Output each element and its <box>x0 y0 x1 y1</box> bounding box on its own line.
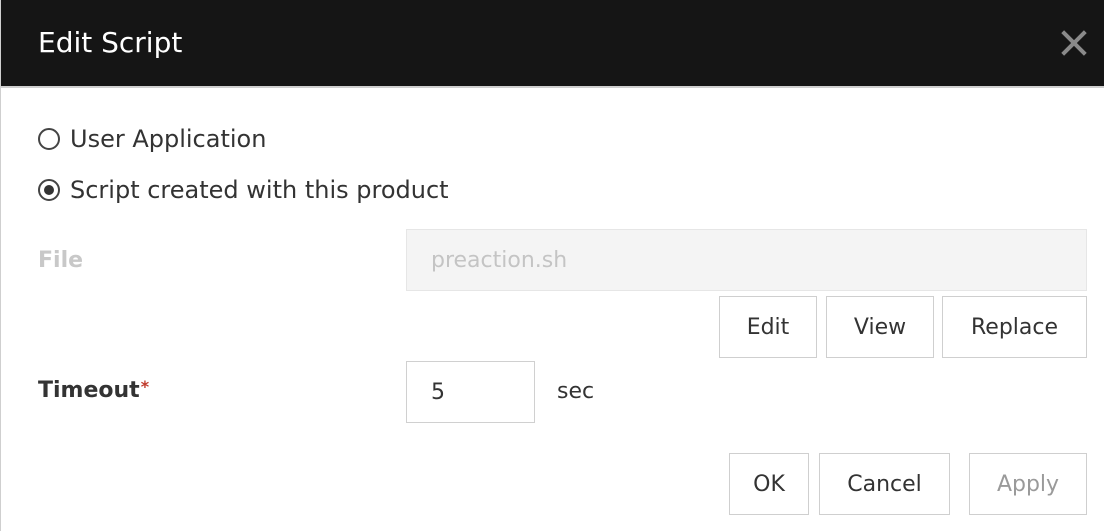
radio-label-user-application: User Application <box>70 125 267 153</box>
view-button[interactable]: View <box>826 296 934 358</box>
edit-script-dialog: Edit Script User Application Script crea… <box>0 0 1104 531</box>
timeout-unit: sec <box>557 379 595 404</box>
apply-button[interactable]: Apply <box>969 453 1087 515</box>
edit-button[interactable]: Edit <box>719 296 817 358</box>
radio-button-icon[interactable] <box>38 128 60 150</box>
radio-label-script-created: Script created with this product <box>70 176 449 204</box>
replace-button[interactable]: Replace <box>942 296 1087 358</box>
timeout-label-text: Timeout <box>38 378 140 403</box>
cancel-button[interactable]: Cancel <box>819 453 950 515</box>
dialog-titlebar: Edit Script <box>1 0 1104 86</box>
header-divider <box>1 86 1104 88</box>
radio-user-application[interactable]: User Application <box>38 124 266 154</box>
radio-script-created[interactable]: Script created with this product <box>38 175 449 205</box>
dialog-title: Edit Script <box>38 26 183 59</box>
file-label: File <box>38 248 84 273</box>
radio-button-checked-icon[interactable] <box>38 179 60 201</box>
timeout-label: Timeout* <box>38 376 149 406</box>
required-mark: * <box>140 377 150 396</box>
file-input[interactable]: preaction.sh <box>406 229 1087 291</box>
timeout-input[interactable]: 5 <box>406 361 535 423</box>
ok-button[interactable]: OK <box>729 453 809 515</box>
close-icon[interactable] <box>1061 30 1087 56</box>
